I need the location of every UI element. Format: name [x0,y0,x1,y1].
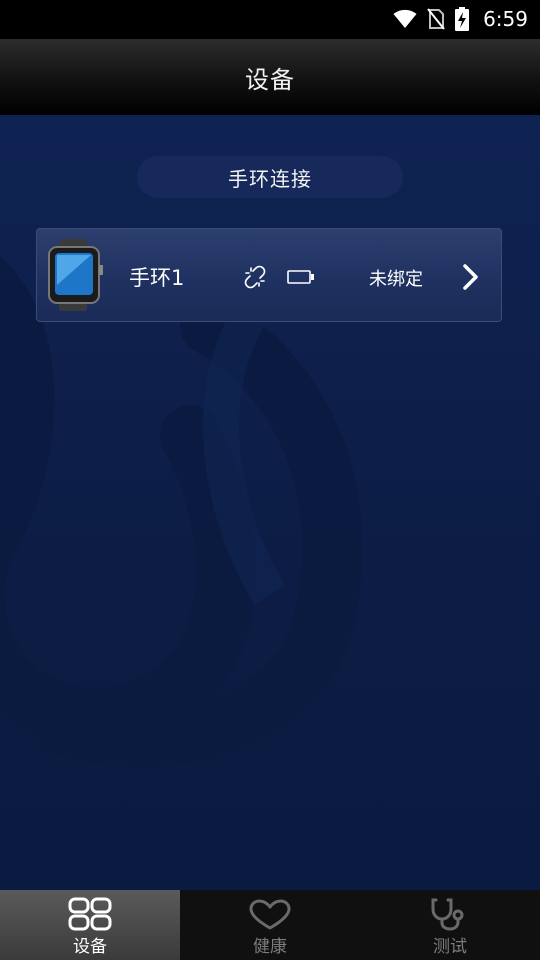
tab-test-label: 测试 [433,937,467,957]
chevron-right-icon[interactable] [461,263,481,291]
wifi-icon [393,9,417,28]
bracelet-connect-button[interactable]: 手环连接 [137,156,403,198]
no-sim-icon [427,8,445,30]
main-content: 手环连接 手环1 未绑定 [0,115,540,890]
bracelet-connect-label: 手环连接 [228,166,312,191]
bottom-tab-bar: 设备 健康 测试 [0,890,540,960]
stethoscope-icon [430,896,470,932]
status-icons: 6:59 [393,6,528,32]
tab-devices[interactable]: 设备 [0,890,180,960]
page-title: 设备 [245,65,295,94]
tab-health[interactable]: 健康 [180,890,360,960]
bind-status: 未绑定 [369,269,423,290]
device-card[interactable]: 手环1 未绑定 [36,228,502,322]
battery-charging-icon [455,7,470,31]
watch-icon [48,239,103,311]
battery-empty-icon [287,270,314,284]
status-time: 6:59 [483,7,528,31]
app-header: 设备 [0,39,540,115]
device-name: 手环1 [129,266,185,290]
status-bar: 6:59 [0,0,540,39]
tab-devices-label: 设备 [73,937,107,957]
tab-test[interactable]: 测试 [360,890,540,960]
heart-icon [246,896,294,932]
grid-icon [68,896,112,932]
tab-health-label: 健康 [253,937,287,957]
link-broken-icon [244,265,266,289]
